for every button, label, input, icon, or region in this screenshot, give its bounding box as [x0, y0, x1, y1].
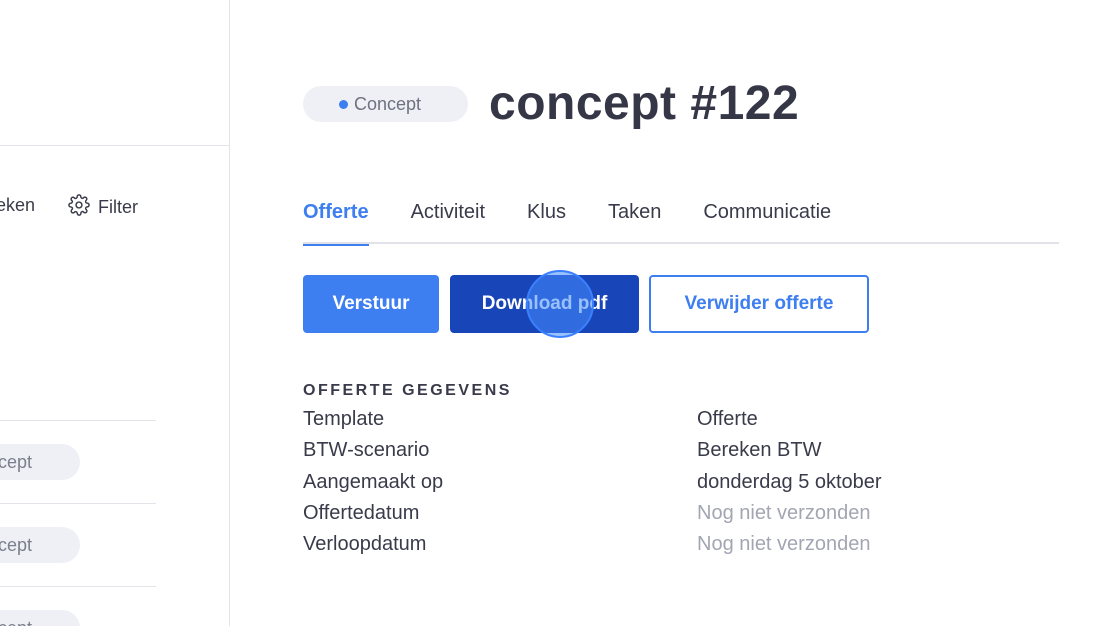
detail-row: Offertedatum Nog niet verzonden [303, 502, 1003, 532]
delete-quote-button[interactable]: Verwijder offerte [649, 275, 869, 333]
detail-label: Aangemaakt op [303, 471, 444, 493]
list-divider [0, 586, 156, 587]
detail-value: Nog niet verzonden [697, 502, 871, 524]
tab-klus[interactable]: Klus [527, 198, 566, 244]
gear-icon [68, 194, 90, 221]
list-divider [0, 503, 156, 504]
status-dot-icon [339, 99, 348, 109]
detail-value: Offerte [697, 408, 758, 430]
tab-taken[interactable]: Taken [608, 198, 661, 244]
filter-label: Filter [98, 197, 138, 217]
detail-row: Verloopdatum Nog niet verzonden [303, 533, 1003, 563]
page-title: concept #122 [489, 77, 800, 130]
detail-row: Aangemaakt op donderdag 5 oktober [303, 471, 1003, 501]
tab-bar: Offerte Activiteit Klus Taken Communicat… [303, 198, 1059, 246]
status-label: Concept [354, 93, 422, 114]
download-pdf-button[interactable]: Download pdf [450, 275, 639, 333]
list-item-status-badge[interactable]: cept [0, 444, 80, 480]
list-item-status-badge[interactable]: cept [0, 527, 80, 563]
detail-value: donderdag 5 oktober [697, 471, 882, 493]
detail-label: Verloopdatum [303, 533, 427, 555]
filter-button[interactable]: Filter [68, 194, 138, 221]
send-button[interactable]: Verstuur [303, 275, 439, 333]
detail-row: Template Offerte [303, 408, 1003, 438]
detail-value: Nog niet verzonden [697, 533, 871, 555]
quote-list-panel: eken Filter cept cept cept [0, 0, 230, 626]
status-badge: Concept [303, 86, 468, 122]
list-divider [0, 420, 156, 421]
detail-label: Template [303, 408, 385, 430]
detail-value: Bereken BTW [697, 439, 822, 461]
detail-row: BTW-scenario Bereken BTW [303, 439, 1003, 469]
divider [0, 145, 229, 146]
tab-offerte[interactable]: Offerte [303, 198, 369, 246]
list-item-status-badge[interactable]: cept [0, 610, 80, 626]
search-label[interactable]: eken [0, 195, 35, 216]
tab-communicatie[interactable]: Communicatie [703, 198, 831, 244]
section-title: OFFERTE GEGEVENS [303, 382, 512, 399]
detail-label: BTW-scenario [303, 439, 430, 461]
tab-activiteit[interactable]: Activiteit [411, 198, 485, 244]
detail-label: Offertedatum [303, 502, 420, 524]
